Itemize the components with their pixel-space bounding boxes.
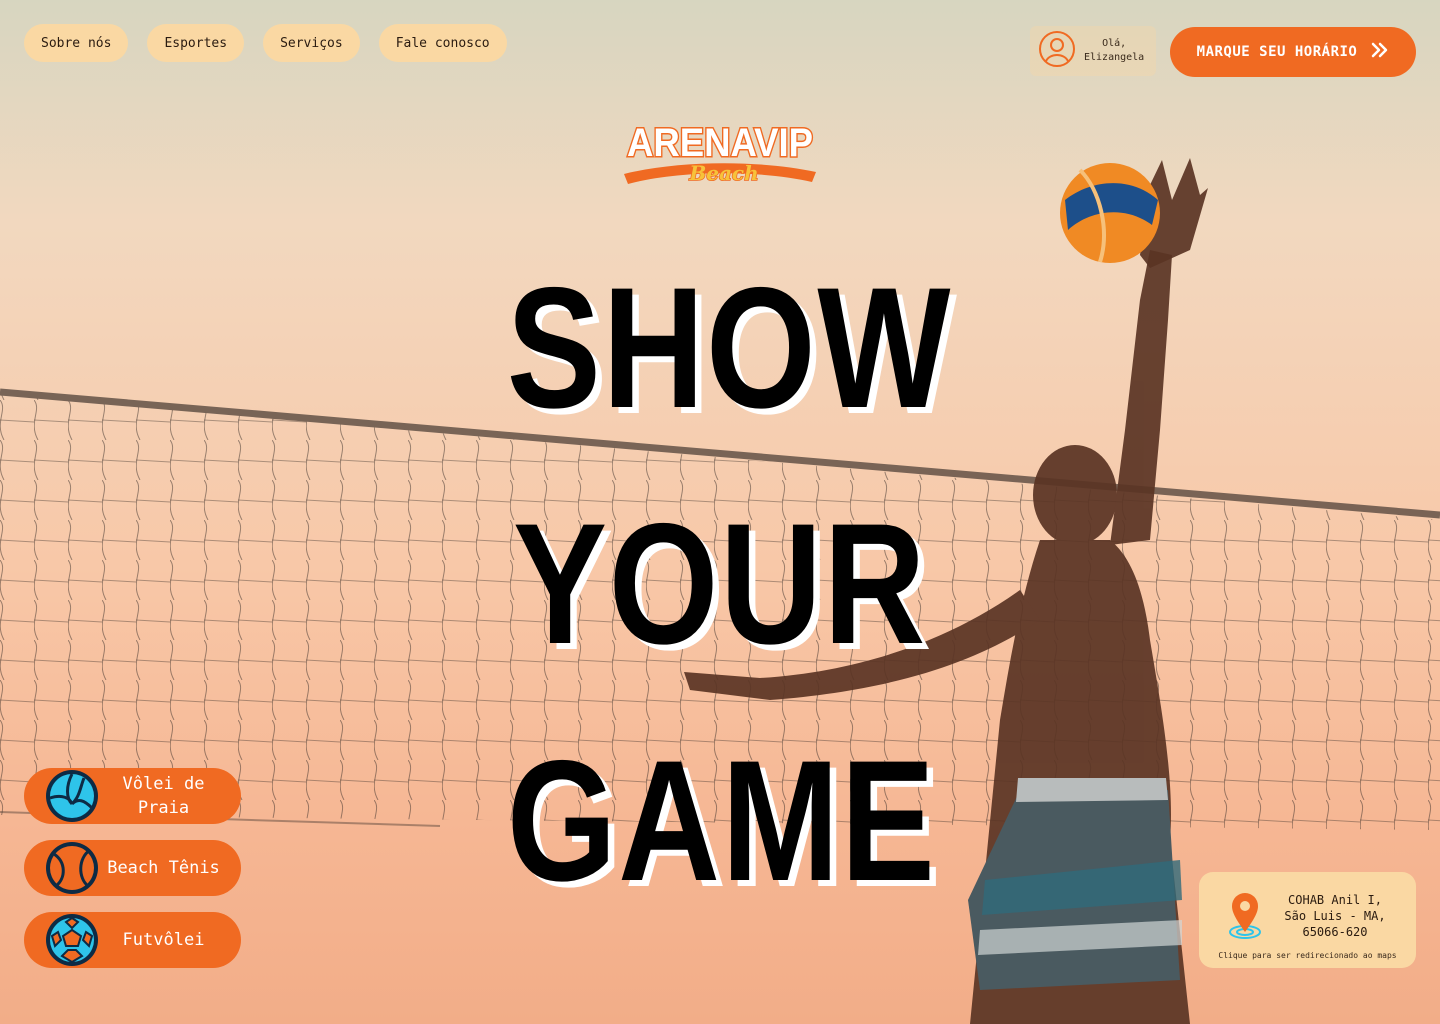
address-text: COHAB Anil I, São Luis - MA, 65066-620: [1284, 893, 1386, 939]
svg-text:ARENAVIP: ARENAVIP: [627, 121, 813, 165]
address-hint: Clique para ser redirecionado ao maps: [1218, 951, 1397, 960]
hero-line-2: YOUR: [512, 488, 928, 680]
volleyball-icon: [44, 768, 100, 824]
sport-volei-de-praia[interactable]: Vôlei de Praia: [24, 768, 241, 824]
nav-esportes[interactable]: Esportes: [147, 24, 245, 62]
arenavip-logo: ARENAVIP Beach: [624, 120, 816, 186]
user-greeting: Olá, Elizangela: [1084, 37, 1144, 65]
sport-beach-tenis[interactable]: Beach Tênis: [24, 840, 241, 896]
user-circle-icon: [1038, 30, 1076, 72]
soccer-ball-icon: [44, 912, 100, 968]
sport-label: Beach Tênis: [107, 858, 220, 878]
book-time-label: MARQUE SEU HORÁRIO: [1196, 44, 1358, 60]
sport-label: Futvôlei: [122, 930, 205, 950]
hero-line-1: SHOW: [506, 252, 953, 444]
nav-fale-conosco[interactable]: Fale conosco: [378, 24, 507, 62]
user-account[interactable]: Olá, Elizangela: [1030, 26, 1156, 76]
sport-futvolei[interactable]: Futvôlei: [24, 912, 241, 968]
address-card[interactable]: COHAB Anil I, São Luis - MA, 65066-620 C…: [1199, 872, 1416, 968]
double-chevron-right-icon: [1371, 42, 1389, 62]
user-name: Elizangela: [1084, 52, 1145, 63]
hero-line-3: GAME: [506, 725, 937, 917]
nav-sobre-nos[interactable]: Sobre nós: [24, 24, 129, 62]
svg-text:Beach: Beach: [688, 161, 758, 185]
main-nav: Sobre nós Esportes Serviços Fale conosco: [24, 24, 507, 62]
tennis-ball-icon: [44, 840, 100, 896]
nav-servicos[interactable]: Serviços: [263, 24, 360, 62]
greeting-text: Olá,: [1102, 38, 1127, 49]
sport-label: Vôlei de Praia: [122, 774, 205, 818]
map-pin-icon: [1225, 890, 1265, 944]
book-time-button[interactable]: MARQUE SEU HORÁRIO: [1170, 27, 1416, 77]
